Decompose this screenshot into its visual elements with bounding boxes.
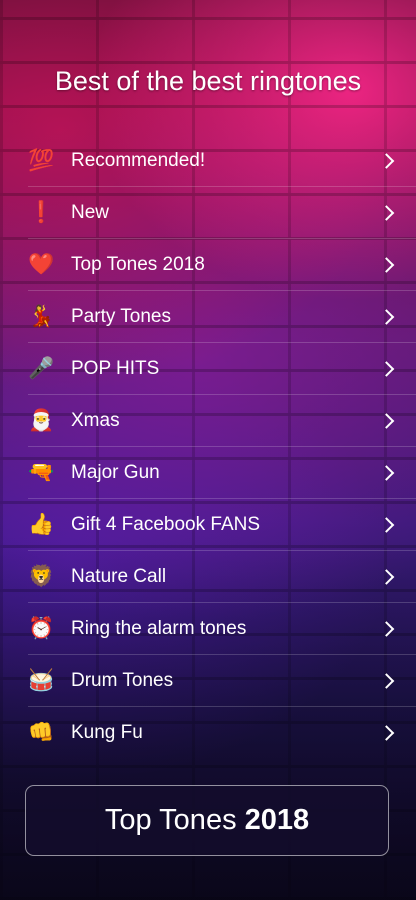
category-row-kung-fu[interactable]: 👊 Kung Fu	[28, 707, 416, 758]
category-row-nature-call[interactable]: 🦁 Nature Call	[28, 551, 416, 603]
category-label: New	[71, 201, 110, 223]
category-label: Top Tones 2018	[71, 253, 205, 275]
category-label: Gift 4 Facebook FANS	[71, 513, 261, 535]
gun-icon: 🔫	[28, 461, 55, 484]
category-row-gift-facebook-fans[interactable]: 👍 Gift 4 Facebook FANS	[28, 499, 416, 551]
fist-icon: 👊	[28, 721, 55, 744]
heart-icon: ❤️	[28, 253, 55, 276]
exclamation-icon: ❗	[28, 201, 55, 224]
category-label: Xmas	[71, 409, 120, 431]
thumbs-up-icon: 👍	[28, 513, 55, 536]
category-row-new[interactable]: ❗ New	[28, 187, 416, 239]
page-title: Best of the best ringtones	[54, 66, 362, 96]
hundred-points-icon: 💯	[28, 149, 55, 172]
category-list: 💯 Recommended! ❗ New ❤️ Top Tones 2018 💃…	[28, 135, 416, 758]
top-tones-2018-button[interactable]: Top Tones 2018	[25, 785, 389, 856]
lion-icon: 🦁	[28, 565, 55, 588]
cta-text: Top Tones	[104, 804, 237, 836]
alarm-clock-icon: ⏰	[28, 617, 55, 640]
category-row-pop-hits[interactable]: 🎤 POP HITS	[28, 343, 416, 395]
category-label: Drum Tones	[71, 669, 174, 691]
category-label: Kung Fu	[71, 721, 143, 743]
category-row-recommended[interactable]: 💯 Recommended!	[28, 135, 416, 187]
category-row-party-tones[interactable]: 💃 Party Tones	[28, 291, 416, 343]
category-label: POP HITS	[71, 357, 160, 379]
cta-year: 2018	[244, 804, 310, 836]
category-label: Nature Call	[71, 565, 167, 587]
category-label: Party Tones	[71, 305, 171, 327]
microphone-icon: 🎤	[28, 357, 55, 380]
category-row-ring-the-alarm[interactable]: ⏰ Ring the alarm tones	[28, 603, 416, 655]
category-label: Recommended!	[71, 149, 206, 171]
category-row-drum-tones[interactable]: 🥁 Drum Tones	[28, 655, 416, 707]
dancer-icon: 💃	[28, 305, 55, 328]
category-row-major-gun[interactable]: 🔫 Major Gun	[28, 447, 416, 499]
category-row-top-tones-2018[interactable]: ❤️ Top Tones 2018	[28, 239, 416, 291]
santa-icon: 🎅	[28, 409, 55, 432]
drum-icon: 🥁	[28, 669, 55, 692]
category-label: Major Gun	[71, 461, 160, 483]
category-label: Ring the alarm tones	[71, 617, 247, 639]
category-row-xmas[interactable]: 🎅 Xmas	[28, 395, 416, 447]
